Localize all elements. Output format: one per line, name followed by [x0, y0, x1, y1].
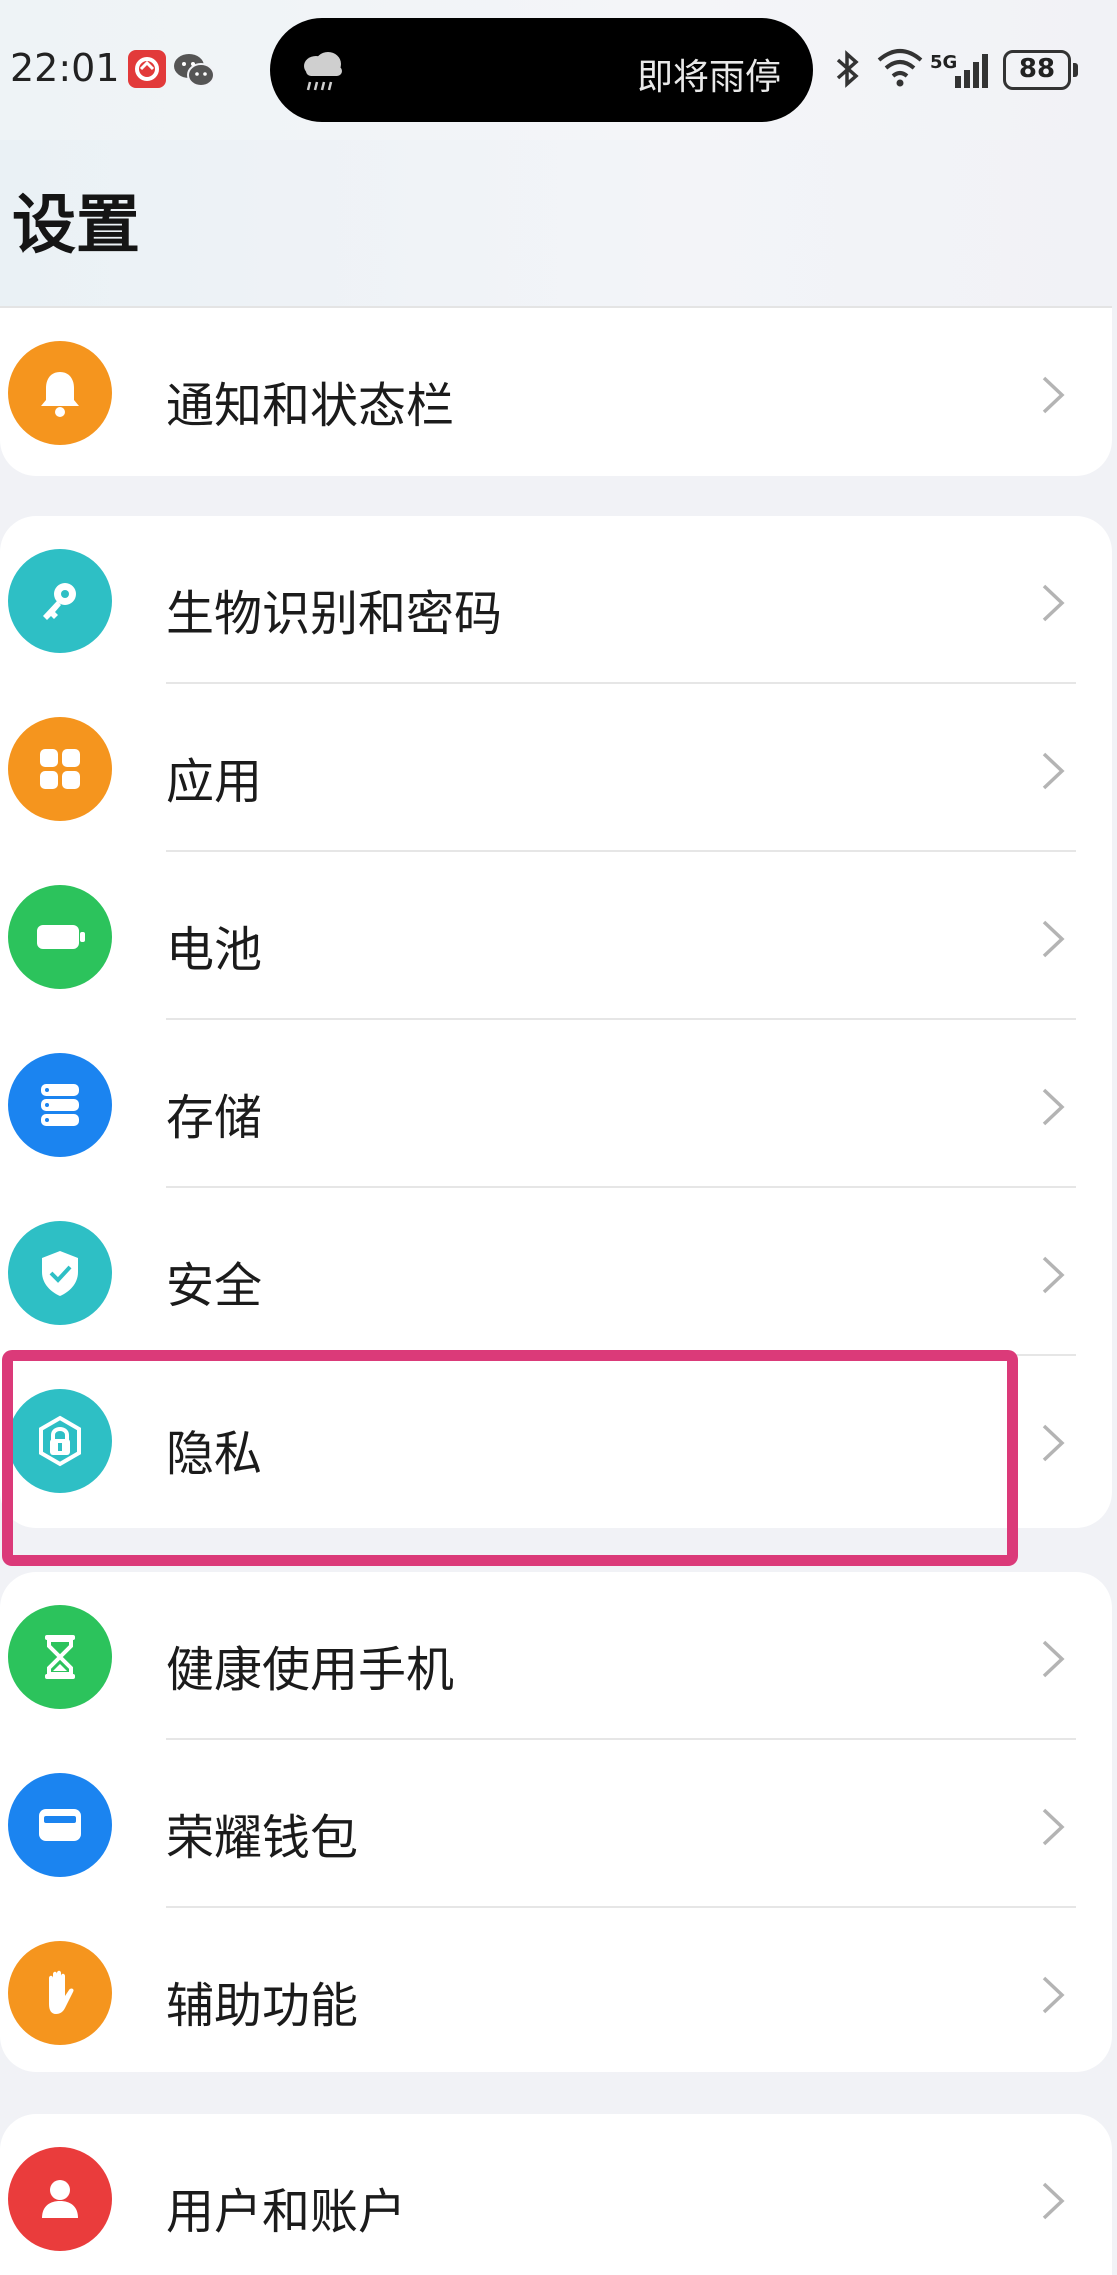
settings-item-label: 荣耀钱包	[166, 1810, 359, 1866]
bluetooth-icon	[830, 48, 864, 90]
settings-item-biometrics[interactable]: 生物识别和密码	[0, 516, 1112, 684]
settings-item-users-accounts[interactable]: 用户和账户	[0, 2114, 1112, 2275]
chevron-right-icon	[1042, 1640, 1065, 1678]
settings-item-notifications[interactable]: 通知和状态栏	[0, 308, 1112, 476]
settings-item-label: 通知和状态栏	[166, 378, 455, 434]
settings-item-wallet[interactable]: 荣耀钱包	[0, 1740, 1112, 1908]
bell-icon	[8, 341, 112, 445]
user-icon	[8, 2147, 112, 2251]
settings-group-system: 生物识别和密码 应用 电池 存储 安全 隐私	[0, 516, 1112, 1528]
settings-item-label: 用户和账户	[166, 2184, 407, 2240]
settings-group-wellbeing: 健康使用手机 荣耀钱包 辅助功能	[0, 1572, 1112, 2072]
status-time: 22:01	[10, 46, 120, 90]
apps-grid-icon	[8, 717, 112, 821]
settings-item-label: 健康使用手机	[166, 1642, 455, 1698]
chevron-right-icon	[1042, 1256, 1065, 1294]
settings-item-label: 辅助功能	[166, 1978, 359, 2034]
wallet-icon	[8, 1773, 112, 1877]
chevron-right-icon	[1042, 752, 1065, 790]
page-title: 设置	[12, 189, 140, 263]
settings-item-label: 生物识别和密码	[166, 586, 503, 642]
chevron-right-icon	[1042, 1424, 1065, 1462]
settings-item-label: 存储	[166, 1090, 263, 1146]
settings-item-privacy[interactable]: 隐私	[0, 1356, 1112, 1524]
signal-icon	[933, 50, 993, 90]
chevron-right-icon	[1042, 920, 1065, 958]
chevron-right-icon	[1042, 1808, 1065, 1846]
dynamic-island[interactable]: 即将雨停	[270, 18, 813, 122]
wechat-icon	[172, 50, 216, 90]
settings-item-label: 隐私	[166, 1426, 263, 1482]
chevron-right-icon	[1042, 584, 1065, 622]
status-bar: 22:01 即将雨停 5G 88	[0, 0, 1117, 140]
settings-item-label: 电池	[166, 922, 263, 978]
chevron-right-icon	[1042, 376, 1065, 414]
settings-item-storage[interactable]: 存储	[0, 1020, 1112, 1188]
settings-item-label: 安全	[166, 1258, 263, 1314]
key-icon	[8, 549, 112, 653]
settings-item-battery[interactable]: 电池	[0, 852, 1112, 1020]
hourglass-icon	[8, 1605, 112, 1709]
settings-item-accessibility[interactable]: 辅助功能	[0, 1908, 1112, 2076]
weather-text: 即将雨停	[636, 57, 781, 98]
battery-icon	[8, 885, 112, 989]
settings-item-label: 应用	[166, 754, 263, 810]
chevron-right-icon	[1042, 1088, 1065, 1126]
settings-group-notifications: 通知和状态栏	[0, 306, 1112, 476]
settings-group-accounts: 用户和账户	[0, 2114, 1112, 2275]
chevron-right-icon	[1042, 1976, 1065, 2014]
chevron-right-icon	[1042, 2182, 1065, 2220]
wifi-icon	[875, 46, 925, 88]
rain-cloud-icon	[298, 48, 348, 94]
shield-check-icon	[8, 1221, 112, 1325]
privacy-lock-icon	[8, 1389, 112, 1493]
settings-item-digital-balance[interactable]: 健康使用手机	[0, 1572, 1112, 1740]
settings-item-security[interactable]: 安全	[0, 1188, 1112, 1356]
battery-level: 88	[1003, 50, 1078, 90]
hand-icon	[8, 1941, 112, 2045]
storage-icon	[8, 1053, 112, 1157]
page-header: 设置	[0, 140, 1117, 306]
notification-app-icon	[128, 50, 166, 88]
settings-item-apps[interactable]: 应用	[0, 684, 1112, 852]
